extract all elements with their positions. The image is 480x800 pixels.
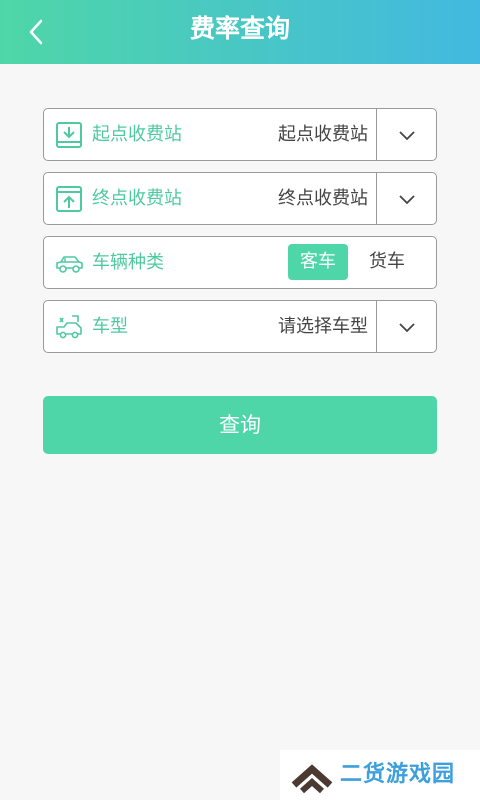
watermark-logo-icon xyxy=(291,764,333,794)
car-icon xyxy=(56,256,83,273)
upload-box-icon xyxy=(56,186,82,212)
header-bar: 费率查询 xyxy=(0,0,480,64)
vehicle-type-row[interactable]: 车型 请选择车型 xyxy=(43,300,437,353)
start-station-label: 起点收费站 xyxy=(92,124,182,145)
vehicle-type-value[interactable]: 请选择车型 xyxy=(278,301,368,352)
end-station-value[interactable]: 终点收费站 xyxy=(278,173,368,224)
query-button[interactable]: 查询 xyxy=(43,396,437,454)
end-station-label: 终点收费站 xyxy=(92,188,182,209)
chevron-down-icon xyxy=(398,194,415,204)
chevron-down-icon xyxy=(398,322,415,332)
watermark-text: 二货游戏园 xyxy=(340,762,456,787)
vehicle-type-icon xyxy=(56,315,82,339)
passenger-car-option[interactable]: 客车 xyxy=(288,244,348,280)
start-station-value[interactable]: 起点收费站 xyxy=(278,109,368,160)
page-title: 费率查询 xyxy=(189,14,290,43)
start-station-dropdown-button[interactable] xyxy=(376,109,436,160)
vehicle-type-dropdown-button[interactable] xyxy=(376,301,436,352)
watermark: 二货游戏园 xyxy=(280,750,480,800)
vehicle-type-label: 车型 xyxy=(92,316,128,337)
start-station-row[interactable]: 起点收费站 起点收费站 xyxy=(43,108,437,161)
vehicle-category-label: 车辆种类 xyxy=(92,252,164,273)
download-box-icon xyxy=(56,122,82,148)
vehicle-category-row: 车辆种类 客车 货车 xyxy=(43,236,437,289)
end-station-row[interactable]: 终点收费站 终点收费站 xyxy=(43,172,437,225)
chevron-down-icon xyxy=(398,130,415,140)
end-station-dropdown-button[interactable] xyxy=(376,173,436,224)
truck-option[interactable]: 货车 xyxy=(356,244,418,280)
